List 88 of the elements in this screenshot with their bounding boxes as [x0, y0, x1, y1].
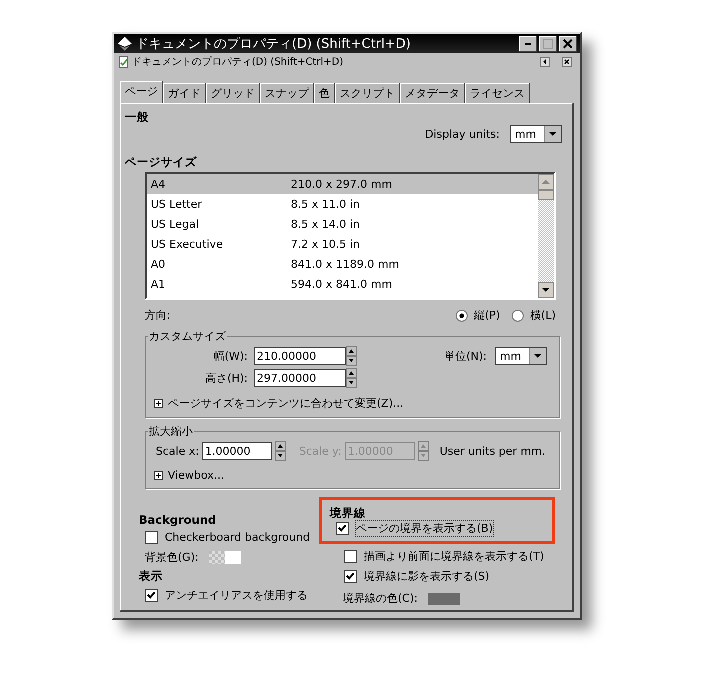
spin-button[interactable] — [275, 441, 286, 461]
radio-label[interactable]: 横(L) — [530, 308, 556, 323]
table-cell-text: A4 — [151, 178, 167, 190]
section-heading: ページサイズ — [125, 155, 198, 170]
group-label: カスタムサイズ — [148, 329, 227, 344]
checkbox[interactable] — [145, 589, 158, 602]
width-field[interactable]: 210.00000 — [254, 347, 346, 365]
checkbox[interactable] — [145, 531, 158, 544]
close-button[interactable] — [559, 36, 577, 52]
table-cell: 841.0 x 1189.0 mm — [291, 258, 400, 270]
units-dropdown[interactable]: mm — [495, 347, 547, 365]
checkbox[interactable] — [344, 550, 357, 563]
list-row[interactable]: A0 841.0 x 1189.0 mm — [147, 254, 538, 274]
scale-field[interactable]: 1.00000 — [202, 442, 272, 460]
radio-button[interactable] — [456, 310, 468, 322]
table-cell-text: US Legal — [151, 218, 200, 230]
list-row[interactable]: A1 594.0 x 841.0 mm — [147, 274, 538, 294]
section-heading: Background — [139, 513, 218, 527]
minimize-button[interactable] — [519, 36, 537, 52]
units-dropdown[interactable]: mm — [510, 125, 562, 143]
list-row[interactable]: US Letter 8.5 x 11.0 in — [147, 194, 538, 214]
undock-icon[interactable] — [540, 57, 550, 68]
maximize-button[interactable] — [539, 36, 557, 52]
checkbox-label[interactable]: 境界線に影を表示する(S) — [364, 569, 490, 584]
field-label: 境界線の色(C): — [343, 591, 418, 606]
field-label: Display units: — [425, 128, 500, 140]
tab[interactable]: グリッド — [206, 83, 260, 103]
group-label: 拡大縮小 — [148, 424, 194, 439]
list-row[interactable]: US Executive 7.2 x 10.5 in — [147, 234, 538, 254]
field-label: 幅(W): — [212, 348, 249, 364]
table-cell: 8.5 x 14.0 in — [291, 218, 360, 230]
field-label: Scale y: — [299, 444, 342, 458]
spin-button[interactable] — [346, 346, 357, 366]
field-label: 方向: — [145, 308, 171, 323]
tab[interactable]: メタデータ — [400, 83, 465, 103]
section-heading: 境界線 — [330, 506, 366, 520]
tab[interactable]: ガイド — [163, 83, 206, 103]
table-cell-text: A1 — [151, 278, 167, 290]
expand-icon[interactable] — [154, 399, 163, 408]
tab[interactable]: ページ — [120, 81, 163, 103]
tab[interactable]: 色 — [314, 83, 335, 103]
units-text: User units per mm. — [440, 444, 546, 458]
height-field[interactable]: 297.00000 — [254, 369, 346, 387]
table-cell: 8.5 x 11.0 in — [291, 198, 360, 210]
table-cell-text: US Executive — [151, 238, 224, 250]
checkbox-label[interactable]: アンチエイリアスを使用する — [165, 588, 308, 603]
field-label: 高さ(H): — [204, 370, 249, 386]
table-cell: 210.0 x 297.0 mm — [291, 178, 392, 190]
scrollbar-thumb[interactable] — [538, 190, 554, 200]
checkbox[interactable] — [344, 570, 357, 583]
field-label: Scale x: — [156, 444, 200, 458]
checkbox[interactable] — [336, 522, 349, 535]
panel-title: ドキュメントのプロパティ(D) (Shift+Ctrl+D) — [132, 56, 344, 70]
scroll-down-button[interactable] — [538, 282, 554, 298]
table-cell-text: A0 — [151, 258, 167, 270]
dropdown-arrow-icon — [529, 348, 546, 364]
color-swatch[interactable] — [208, 551, 241, 564]
section-heading: 一般 — [125, 110, 150, 125]
list-row[interactable]: US Legal 8.5 x 14.0 in — [147, 214, 538, 234]
tab[interactable]: ライセンス — [465, 83, 530, 103]
document-icon — [118, 56, 130, 68]
expand-icon[interactable] — [154, 471, 163, 480]
spin-button[interactable] — [346, 368, 357, 388]
scrollbar[interactable] — [538, 174, 554, 298]
field-label: 背景色(G): — [145, 550, 199, 565]
window-title: ドキュメントのプロパティ(D) (Shift+Ctrl+D) — [136, 36, 411, 53]
color-swatch[interactable] — [428, 592, 460, 604]
radio-label[interactable]: 縦(P) — [474, 308, 500, 323]
tab[interactable]: スクリプト — [335, 83, 400, 103]
checkbox-label[interactable]: 描画より前面に境界線を表示する(T) — [364, 549, 544, 564]
radio-button[interactable] — [512, 310, 524, 322]
dropdown-arrow-icon — [544, 126, 561, 142]
minimize-icon — [525, 42, 531, 45]
field-label: 単位(N): — [443, 348, 488, 364]
table-cell: 7.2 x 10.5 in — [291, 238, 360, 250]
table-cell: 594.0 x 841.0 mm — [291, 278, 392, 290]
checkbox-label[interactable]: ページの境界を表示する(B) — [356, 521, 494, 536]
expander-label[interactable]: ページサイズをコンテンツに合わせて変更(Z)... — [168, 396, 404, 411]
expander-label[interactable]: Viewbox... — [168, 469, 224, 482]
close-icon[interactable] — [562, 57, 572, 68]
close-icon — [563, 38, 573, 49]
tab[interactable]: スナップ — [260, 83, 314, 103]
checkbox-label[interactable]: Checkerboard background — [165, 531, 310, 544]
table-cell-text: US Letter — [151, 198, 204, 210]
list-row[interactable]: A4 210.0 x 297.0 mm — [147, 174, 538, 194]
app-logo-icon — [117, 36, 133, 52]
section-heading: 表示 — [139, 569, 164, 584]
maximize-icon — [543, 38, 553, 49]
